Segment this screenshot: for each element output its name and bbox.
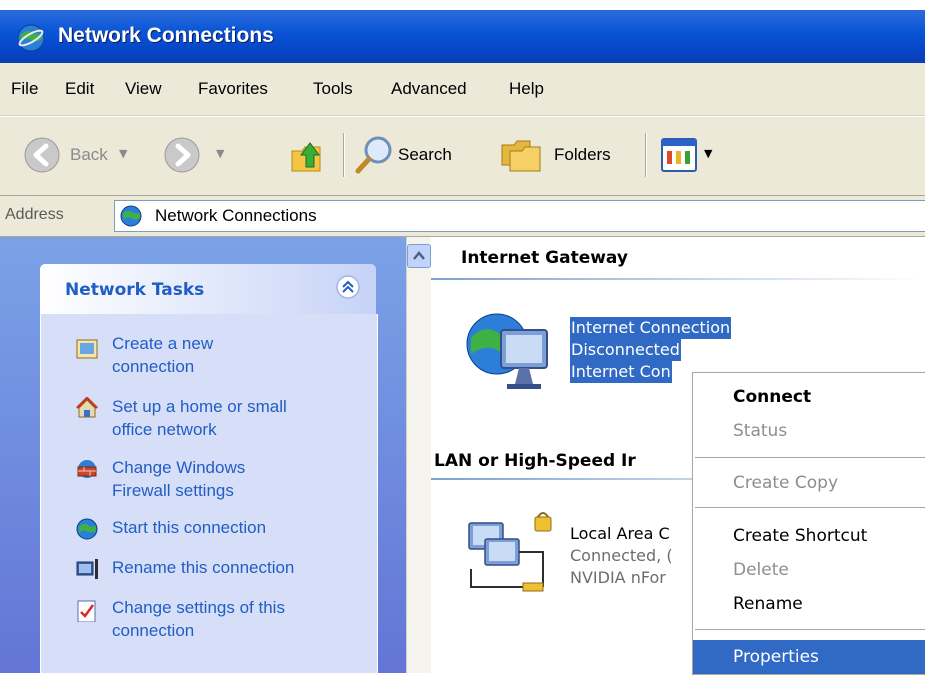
collapse-chevron-icon[interactable]	[335, 274, 361, 300]
folders-label: Folders	[554, 145, 611, 164]
network-connections-icon	[17, 24, 45, 52]
pane-scrollbar[interactable]	[406, 237, 431, 673]
title-bar[interactable]: Network Connections	[0, 0, 925, 63]
menu-separator	[695, 457, 925, 458]
group-divider	[431, 278, 925, 280]
task-label-line2: office network	[112, 420, 217, 439]
new-connection-icon	[76, 339, 98, 359]
scroll-up-arrow-icon	[413, 251, 425, 260]
toolbar: Back ▼ ▼ Search Folders ▼	[0, 116, 925, 196]
home-network-icon	[76, 397, 98, 418]
task-label-line1: Set up a home or small	[112, 397, 287, 416]
gateway-name: Internet Connection	[570, 317, 732, 339]
address-label: Address	[5, 206, 64, 223]
views-grid-icon	[661, 138, 697, 172]
address-field[interactable]: Network Connections	[114, 200, 925, 232]
back-label: Back	[70, 145, 108, 164]
views-button[interactable]: ▼	[660, 137, 720, 173]
group-internet-gateway: Internet Gateway	[461, 248, 628, 268]
menu-create-copy[interactable]: Create Copy	[693, 466, 925, 500]
gateway-status: Disconnected	[570, 339, 681, 361]
menu-separator	[695, 507, 925, 508]
task-label-line2: connection	[112, 357, 195, 376]
task-label-line1: Rename this connection	[112, 558, 295, 577]
address-bar: Address Network Connections	[0, 196, 925, 237]
task-label-line1: Start this connection	[112, 518, 267, 537]
menu-separator	[695, 629, 925, 630]
menu-status[interactable]: Status	[693, 414, 925, 448]
task-label-line1: Create a new	[112, 334, 214, 353]
forward-button[interactable]: ▼	[162, 135, 232, 175]
rename-icon	[76, 559, 98, 579]
context-menu: Connect Status Create Copy Create Shortc…	[692, 372, 925, 675]
lan-status: Connected, (	[570, 546, 673, 565]
folders-icon	[501, 140, 541, 172]
folders-button[interactable]: Folders	[500, 133, 630, 177]
network-tasks-header[interactable]: Network Tasks	[40, 264, 376, 314]
views-dropdown-icon[interactable]: ▼	[704, 147, 712, 160]
lan-adapter: NVIDIA nFor	[570, 568, 666, 587]
network-tasks-title: Network Tasks	[65, 280, 205, 300]
menu-create-shortcut[interactable]: Create Shortcut	[693, 519, 925, 553]
search-button[interactable]: Search	[354, 133, 484, 177]
start-connection-icon	[76, 518, 98, 540]
back-dropdown-icon[interactable]: ▼	[119, 147, 127, 160]
window-title: Network Connections	[58, 24, 274, 47]
task-label-line2: Firewall settings	[112, 481, 234, 500]
menu-help[interactable]: Help	[509, 79, 544, 99]
menu-rename[interactable]: Rename	[693, 587, 925, 621]
lan-name: Local Area C	[570, 524, 670, 543]
menu-delete[interactable]: Delete	[693, 553, 925, 587]
menu-favorites[interactable]: Favorites	[198, 79, 268, 99]
search-magnifier-icon	[355, 136, 392, 174]
address-value: Network Connections	[155, 206, 317, 225]
lan-connection-icon	[468, 512, 552, 592]
firewall-icon	[77, 460, 97, 478]
gateway-type: Internet Con	[570, 361, 672, 383]
internet-gateway-icon	[466, 313, 548, 389]
menu-properties[interactable]: Properties	[693, 640, 925, 674]
task-label-line1: Change Windows	[112, 458, 246, 477]
menu-bar: File Edit View Favorites Tools Advanced …	[0, 63, 925, 116]
menu-view[interactable]: View	[125, 79, 162, 99]
menu-edit[interactable]: Edit	[65, 79, 94, 99]
task-label-line2: connection	[112, 621, 195, 640]
up-folder-icon[interactable]	[288, 137, 326, 175]
task-label-line1: Change settings of this	[112, 598, 285, 617]
search-label: Search	[398, 145, 452, 164]
menu-tools[interactable]: Tools	[313, 79, 353, 99]
menu-advanced[interactable]: Advanced	[391, 79, 467, 99]
settings-checklist-icon	[77, 600, 96, 622]
forward-dropdown-icon[interactable]: ▼	[216, 147, 224, 160]
address-network-icon	[120, 205, 142, 227]
menu-connect[interactable]: Connect	[693, 380, 925, 414]
forward-arrow-icon	[164, 137, 200, 173]
scroll-up-button[interactable]	[407, 244, 431, 268]
back-button[interactable]: Back ▼	[22, 135, 167, 175]
menu-file[interactable]: File	[11, 79, 38, 99]
group-lan: LAN or High-Speed Ir	[434, 451, 636, 471]
back-arrow-icon	[24, 137, 60, 173]
